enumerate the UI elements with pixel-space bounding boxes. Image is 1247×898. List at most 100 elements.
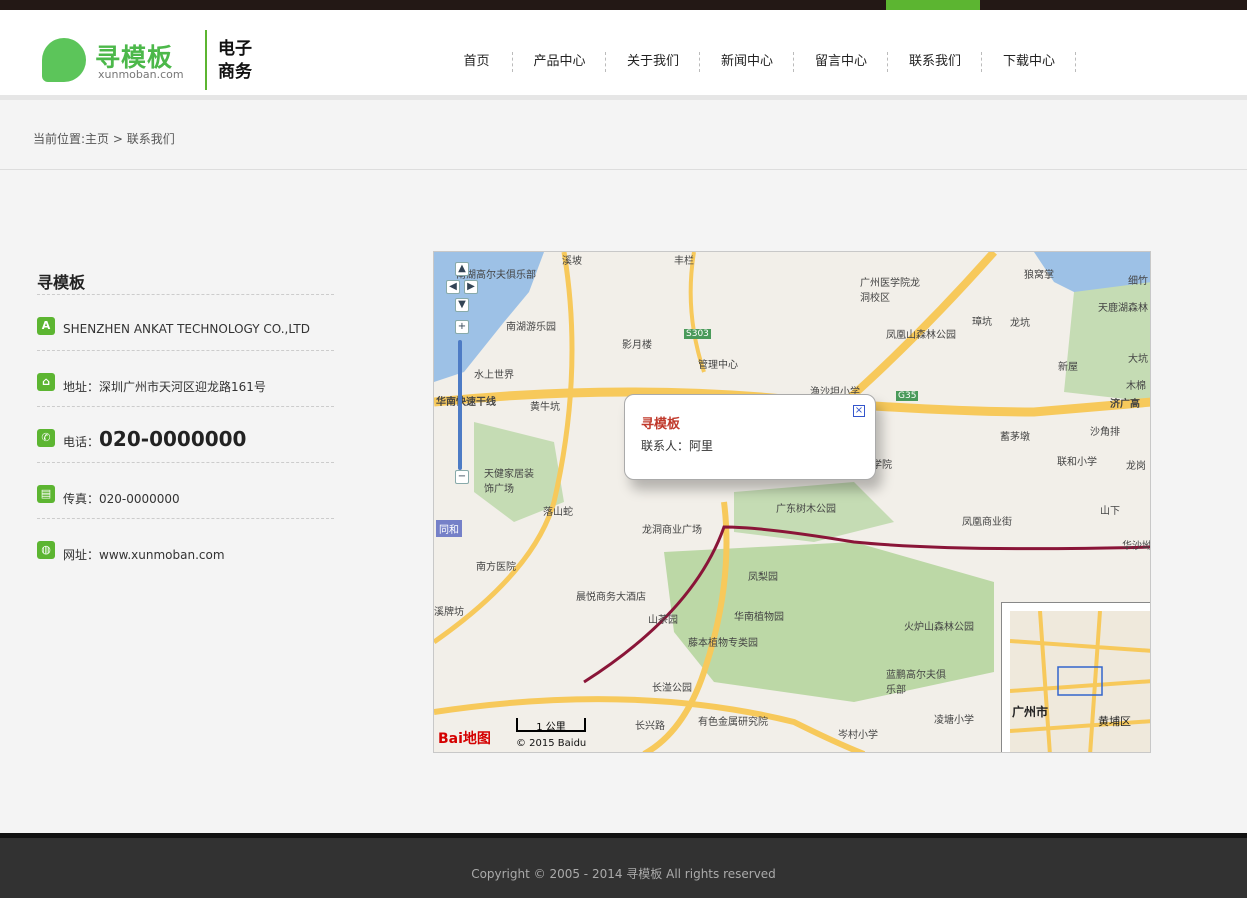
close-icon[interactable]: × [853,405,865,417]
main-nav: 首页 产品中心 关于我们 新闻中心 留言中心 联系我们 下载中心 [440,48,1076,76]
breadcrumb-home-link[interactable]: 主页 [85,132,109,146]
map-label: 凤凰山森林公园 [886,330,956,341]
map-label: S303 [684,329,711,339]
pan-left-button[interactable]: ◀ [446,280,460,294]
globe-icon: ◍ [37,541,55,559]
contact-phone: 020-0000000 [99,427,247,451]
map-label: 管理中心 [698,360,738,371]
map-copyright: © 2015 Baidu [516,738,587,749]
overview-city: 广州市 [1012,705,1049,719]
nav-item-home[interactable]: 首页 [440,48,513,76]
map-label: 晨悦商务大酒店 [576,592,646,603]
map-label: 凤梨园 [748,572,778,583]
map-label: 蓝鹏高尔夫俱乐部 [886,670,946,696]
contact-fax: 020-0000000 [99,492,180,506]
nav-item-news[interactable]: 新闻中心 [700,48,794,76]
nav-item-products[interactable]: 产品中心 [513,48,606,76]
contact-company-row: A SHENZHEN ANKAT TECHNOLOGY CO.,LTD [37,295,334,351]
info-window-title: 寻模板 [641,417,681,432]
nav-item-contact[interactable]: 联系我们 [888,48,982,76]
map-label: 天鹿湖森林 [1098,303,1148,314]
map-label: 广州医学院龙洞校区 [860,278,920,304]
zoom-slider[interactable] [458,340,462,470]
map-label: 水上世界 [474,370,514,381]
contact-phone-text: 电话：020-0000000 [63,427,246,451]
map-label: 长湴公园 [652,683,692,694]
map-label: 天健家居装饰广场 [484,469,534,495]
map-label: 山下 [1100,506,1120,517]
phone-icon: ✆ [37,429,55,447]
map-label: 有色金属研究院 [698,717,768,728]
pan-up-button[interactable]: ▲ [455,262,469,276]
map-label: 龙坑 [1010,318,1030,329]
breadcrumb: 当前位置:主页 > 联系我们 [33,130,175,147]
nav-item-downloads[interactable]: 下载中心 [982,48,1076,76]
pan-right-button[interactable]: ▶ [464,280,478,294]
map-label: 长兴路 [635,721,665,732]
contact-web-text: 网址：www.xunmoban.com [63,546,225,563]
overview-map: 广州市 黄埔区 [1010,611,1150,752]
map-label: 同和 [436,520,462,537]
map-label: 南方医院 [476,562,516,573]
contact-address-text: 地址：深圳广州市天河区迎龙路161号 [63,378,266,395]
contact-fax-text: 传真：020-0000000 [63,490,180,507]
nav-item-about[interactable]: 关于我们 [606,48,700,76]
nav-item-messages[interactable]: 留言中心 [794,48,888,76]
contact-address-row: ⌂ 地址：深圳广州市天河区迎龙路161号 [37,351,334,407]
map-label: 璋坑 [972,317,992,328]
map-label: 藤本植物专类园 [688,638,758,649]
zoom-in-button[interactable]: + [455,320,469,334]
breadcrumb-bar [0,100,1247,170]
contact-info: 寻模板 A SHENZHEN ANKAT TECHNOLOGY CO.,LTD … [37,262,334,575]
contact-address-label: 地址： [63,380,100,394]
map-label: 凌塘小学 [934,715,974,726]
map-label: 广东树木公园 [776,504,836,515]
map-label: 大坑 [1128,354,1148,365]
overview-district: 黄埔区 [1098,715,1131,728]
map-label: 济广高 [1110,399,1140,410]
map-overview[interactable]: 广州市 黄埔区 [1001,602,1150,752]
top-bar [0,0,1247,10]
header: 寻模板 xunmoban.com 电子商务 首页 产品中心 关于我们 新闻中心 … [0,10,1247,95]
zoom-out-button[interactable]: − [455,470,469,484]
map-label: 华沙坳 [1122,541,1151,552]
logo-tagline: 电子商务 [218,39,252,82]
breadcrumb-current: 联系我们 [126,132,175,146]
contact-web[interactable]: www.xunmoban.com [99,548,225,562]
map-label: 沙角排 [1090,427,1120,438]
contact-phone-row: ✆ 电话：020-0000000 [37,407,334,463]
map-label: 南湖游乐园 [506,322,556,333]
contact-title: 寻模板 [37,262,334,295]
map-label: 黄牛坑 [530,402,560,413]
map-label: 细竹 [1128,276,1148,287]
breadcrumb-prefix: 当前位置: [33,132,86,146]
map-label: 狼窝掌 [1024,270,1054,281]
map-scale: 1 公里 [516,718,586,733]
map-label: 龙岗 [1126,461,1146,472]
map-label: 落山蛇 [543,507,573,518]
contact-company: SHENZHEN ANKAT TECHNOLOGY CO.,LTD [63,322,310,336]
breadcrumb-separator: > [109,132,127,146]
map-navigation-control: ▲ ◀ ▶ ▼ + − [446,262,478,487]
map-label: 火炉山森林公园 [904,622,974,633]
map-label: 蓄茅墩 [1000,432,1030,443]
map-label: 联和小学 [1057,457,1097,468]
pan-down-button[interactable]: ▼ [455,298,469,312]
map-label: 新屋 [1058,362,1078,373]
baidu-logo[interactable]: Bai地图 [438,728,491,748]
contact-phone-label: 电话： [63,435,100,449]
contact-web-row: ◍ 网址：www.xunmoban.com [37,519,334,575]
info-window-contact: 联系人：阿里 [641,439,714,453]
map-label: 龙洞商业广场 [642,525,702,536]
map-label: 溪牌坊 [434,607,464,618]
contact-address: 深圳广州市天河区迎龙路161号 [99,380,266,394]
map-label: 山茶园 [648,615,678,626]
logo-icon[interactable] [42,38,86,82]
map-label: 凤凰商业街 [962,517,1012,528]
contact-fax-label: 传真： [63,492,100,506]
contact-web-label: 网址： [63,548,100,562]
overview-roads [1010,611,1150,752]
baidu-map[interactable]: 南湖高尔夫俱乐部 南湖游乐园 水上世界 华南快速干线 黄牛坑 天健家居装饰广场 … [433,251,1151,753]
footer-copyright: Copyright © 2005 - 2014 寻模板 All rights r… [471,867,776,881]
map-label: G35 [896,391,919,401]
